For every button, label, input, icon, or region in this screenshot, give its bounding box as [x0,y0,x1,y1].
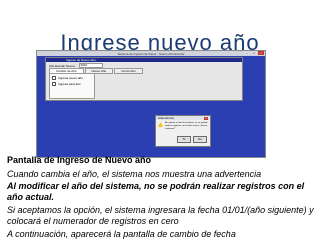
checkbox-icon[interactable] [52,82,56,86]
checkbox-label: Ingresa nuevo año [58,76,83,80]
checkbox-row[interactable]: Ingresa para año [50,80,94,86]
dialog-title: Advertencia [158,116,174,120]
checkbox-icon[interactable] [52,76,56,80]
new-year-window: Ingreso de Nuevo Año Año Escolar Nuevo: … [45,57,243,101]
dialog-body: Al cambiar el año del sistema, no se pod… [156,120,210,132]
no-button[interactable]: No [193,136,207,143]
caption-line: Al modificar el año del sistema, no se p… [7,181,305,202]
dialog-close-icon[interactable]: × [204,116,208,120]
close-icon[interactable]: × [258,51,264,55]
yes-button[interactable]: Sí [177,136,191,143]
caption-title: Pantalla de Ingreso de Nuevo año [7,155,152,165]
dialog-message: Al cambiar el año del sistema, no se pod… [165,122,208,130]
tab-panel: Ingresa nuevo año Ingresa para año [49,73,95,99]
app-screenshot: Sistema de Ingreso de Datos - Nuevo Año … [36,50,266,158]
year-label: Año Escolar Nuevo: [49,63,76,68]
tab-cerrar-ano[interactable]: Cerrar Año [114,68,143,74]
checkbox-label: Ingresa para año [58,82,81,86]
warning-icon [158,122,163,127]
caption-line: Si aceptamos la opción, el sistema ingre… [7,205,314,226]
caption-line: Cuando cambia el año, el sistema nos mue… [7,169,262,179]
maximize-icon[interactable]: □ [251,51,257,55]
warning-dialog: Advertencia × Al cambiar el año del sist… [155,115,211,147]
outer-window-title: Sistema de Ingreso de Datos - Nuevo Año … [117,51,185,56]
window-controls: – □ × [244,51,264,55]
outer-window-titlebar: Sistema de Ingreso de Datos - Nuevo Año … [37,51,265,56]
dialog-buttons: Sí No [177,136,207,143]
minimize-icon[interactable]: – [244,51,250,55]
caption-line: A continuación, aparecerá la pantalla de… [7,229,236,239]
